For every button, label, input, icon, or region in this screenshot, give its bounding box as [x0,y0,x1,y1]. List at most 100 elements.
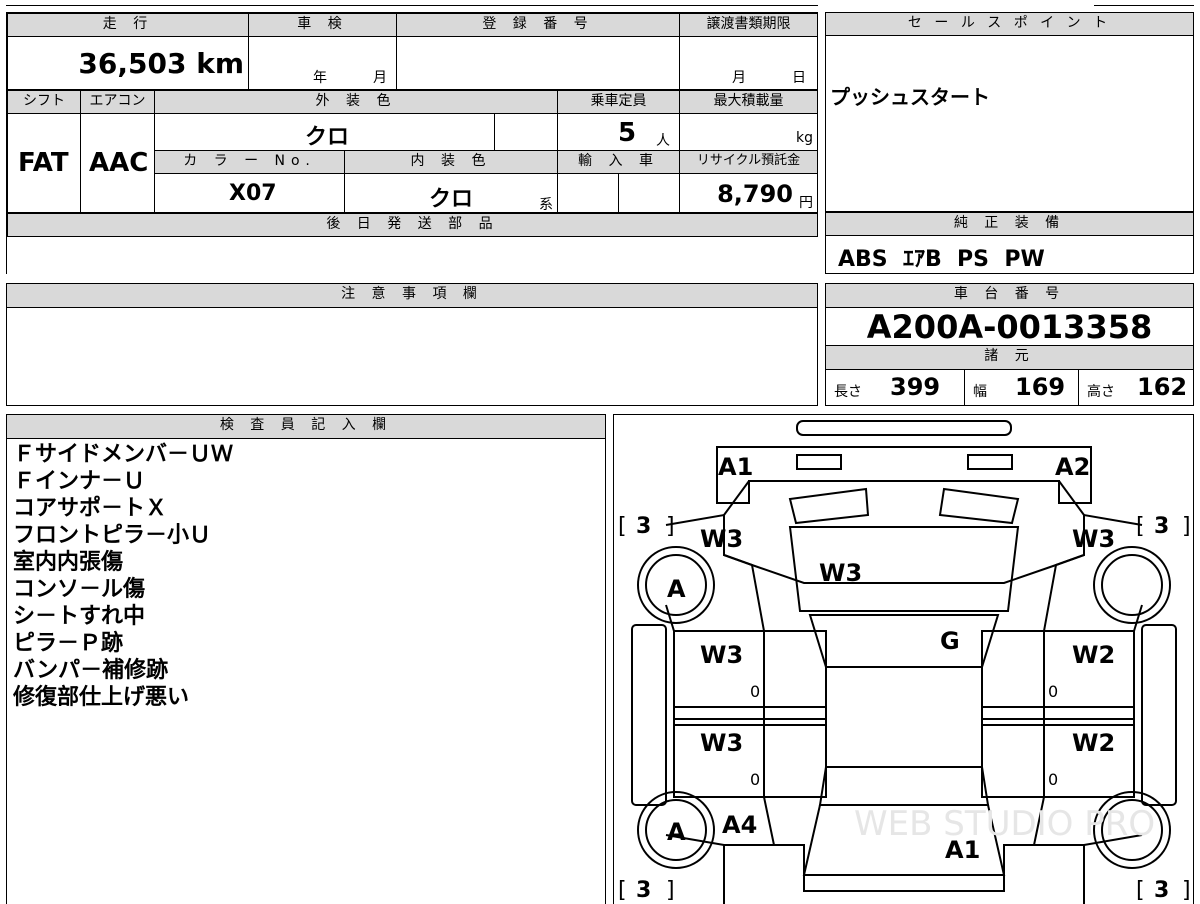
front-lamp-left [796,454,842,470]
exterior-extra-cell [494,113,558,151]
tire-bracket-close: ] [666,514,675,539]
interior-cell: クロ 系 [344,173,558,213]
front-bumper-outline [716,446,1092,504]
interior-value: クロ [429,187,474,212]
mark-rear-door-left: W3 [700,729,743,757]
exterior-value: クロ [305,125,350,150]
inspector-note: Ｆサイドメンバ－ＵＷ [13,442,234,467]
shift-cell: FAT [7,113,81,213]
inspection-month-unit: 月 [373,70,387,86]
mark-rear-quarter-left: A4 [722,811,757,839]
door-front-left [673,630,827,720]
inspector-note: バンパ－補修跡 [13,658,169,683]
length-value: 399 [890,373,941,401]
ac-label: エアコン [80,90,155,114]
shift-value: FAT [18,148,69,178]
capacity-unit: 人 [656,133,670,149]
width-label: 幅 [973,384,987,400]
inspector-note: コアサポ－トＸ [13,496,168,521]
color-no-value: X07 [229,181,277,206]
import-cell-b [618,173,680,213]
mark-wheel-front-left: A [667,575,686,603]
inspector-note: Ｆインナ－Ｕ [13,469,146,494]
capacity-cell: 5 人 [557,113,680,151]
specs-label: 諸 元 [825,345,1194,370]
tire-bracket-close: ] [1182,878,1191,903]
inspector-note: コンソ－ル傷 [13,577,146,602]
mark-rear-door-right: W2 [1072,729,1115,757]
tire-bracket-open: [ [1136,514,1145,539]
exterior-label: 外 装 色 [154,90,558,114]
height-label: 高さ [1087,384,1115,400]
tire-rear-right: 3 [1154,878,1169,903]
inspection-year-unit: 年 [313,70,327,86]
exterior-cell: クロ [154,113,495,151]
chassis-box: 車 台 番 号 A200A-0013358 諸 元 長さ 399 幅 169 高… [825,283,1194,406]
vehicle-info-table: 走 行 車 検 登 録 番 号 譲渡書類期限 36,503 km 年 月 月 日… [6,12,818,274]
ac-cell: AAC [80,113,155,213]
wheel-front-right-inner [1101,554,1163,616]
later-parts-label: 後 日 発 送 部 品 [7,213,818,237]
registration-label: 登 録 番 号 [396,13,680,37]
interior-unit: 系 [539,197,553,213]
sill-right [1141,624,1177,806]
inspector-note: 修復部仕上げ悪い [13,685,190,710]
hood-outline [723,480,1085,584]
mark-front-door-right: W2 [1072,641,1115,669]
mileage-cell: 36,503 km [7,36,249,90]
transfer-cell: 月 日 [679,36,818,90]
mark-zero: 0 [750,682,760,701]
capacity-label: 乗車定員 [557,90,680,114]
tire-front-right: 3 [1154,514,1169,539]
mark-front-right: A2 [1055,453,1090,481]
transfer-label: 譲渡書類期限 [679,13,818,37]
color-no-cell: X07 [154,173,345,213]
mileage-value: 36,503 km [78,47,244,80]
caution-box: 注 意 事 項 欄 [6,283,818,406]
wheel-front-right [1093,546,1171,624]
recycle-value: 8,790 [717,180,793,208]
inspector-note: ピラ－Ｐ跡 [13,631,124,656]
sales-point-text: プッシュスタート [830,85,990,109]
load-unit: kg [796,130,813,146]
registration-cell [396,36,680,90]
chassis-label: 車 台 番 号 [825,283,1194,308]
mark-fender-right: W3 [1072,525,1115,553]
equipment-text: ABS ｴｱB PS PW [838,247,1045,272]
import-label: 輸 入 車 [557,150,680,174]
later-parts-cell [7,236,818,274]
inspector-note: フロントピラ－小Ｕ [13,523,212,548]
chassis-value: A200A-0013358 [866,308,1153,346]
mileage-label: 走 行 [7,13,249,37]
tire-bracket-close: ] [1182,514,1191,539]
length-cell: 長さ 399 [826,369,965,406]
front-lamp-right [967,454,1013,470]
rear-window [818,766,990,806]
inspector-box: 検 査 員 記 入 欄 Ｆサイドメンバ－ＵＷ Ｆインナ－Ｕ コアサポ－トＸ フロ… [6,414,606,904]
inspector-label: 検 査 員 記 入 欄 [6,414,606,439]
tire-bracket-open: [ [1136,878,1145,903]
load-cell: kg [679,113,818,151]
watermark: WEB STUDIO PRO [854,804,1155,844]
tire-bracket-open: [ [618,514,627,539]
length-label: 長さ [834,384,862,400]
import-cell-a [557,173,619,213]
mark-zero: 0 [750,770,760,789]
mark-zero: 0 [1048,682,1058,701]
mark-roof: G [940,627,960,655]
load-label: 最大積載量 [679,90,818,114]
top-strip-right [1094,0,1194,6]
car-diagram-box: WEB STUDIO PRO A1 A2 W3 W3 W3 G W3 W2 W3… [613,414,1194,904]
equipment-label: 純 正 装 備 [825,212,1194,236]
headlight-right [938,487,1020,525]
tire-front-left: 3 [636,514,651,539]
caution-label: 注 意 事 項 欄 [6,283,818,308]
mark-zero: 0 [1048,770,1058,789]
tire-bracket-open: [ [618,878,627,903]
cabin [825,666,983,768]
tire-bracket-close: ] [666,878,675,903]
color-no-label: カ ラ ー No. [154,150,345,174]
ac-value: AAC [89,148,149,178]
capacity-value: 5 [618,118,637,148]
sales-point-label: セ ー ル ス ポ イ ン ト [825,12,1194,36]
